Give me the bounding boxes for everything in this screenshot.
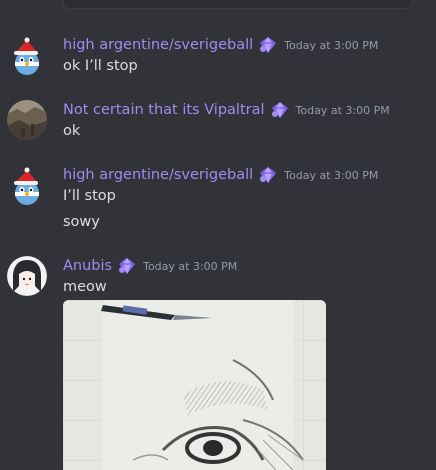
message-text: ok: [63, 123, 81, 139]
christmas-countryball-icon[interactable]: [7, 37, 47, 77]
timestamp[interactable]: Today at 3:00 PM: [284, 169, 378, 182]
message-text: sowy: [63, 214, 100, 230]
message-header: high argentine/sverigeball Today at 3:00…: [63, 35, 378, 55]
image-attachment[interactable]: [63, 300, 326, 470]
message-text: ok I’ll stop: [63, 58, 138, 74]
message-header: Anubis Today at 3:00 PM: [63, 256, 237, 276]
username[interactable]: high argentine/sverigeball: [63, 37, 253, 53]
previous-embed-card[interactable]: [63, 0, 413, 9]
nitro-gem-icon[interactable]: [257, 165, 279, 185]
username[interactable]: Not certain that its Vipaltral: [63, 102, 265, 118]
nitro-gem-icon[interactable]: [257, 35, 279, 55]
nitro-gem-icon[interactable]: [116, 256, 138, 276]
timestamp[interactable]: Today at 3:00 PM: [284, 39, 378, 52]
message-text: meow: [63, 279, 107, 295]
username[interactable]: high argentine/sverigeball: [63, 167, 253, 183]
nitro-gem-icon[interactable]: [269, 100, 291, 120]
message-header: Not certain that its Vipaltral Today at …: [63, 100, 390, 120]
message-text: I’ll stop: [63, 188, 116, 204]
christmas-countryball-icon[interactable]: [7, 167, 47, 207]
timestamp[interactable]: Today at 3:00 PM: [296, 104, 390, 117]
chat-message-list: high argentine/sverigeball Today at 3:00…: [0, 0, 436, 470]
timestamp[interactable]: Today at 3:00 PM: [143, 260, 237, 273]
landscape-photo-icon[interactable]: [7, 100, 47, 140]
username[interactable]: Anubis: [63, 258, 112, 274]
message-header: high argentine/sverigeball Today at 3:00…: [63, 165, 378, 185]
anime-character-icon[interactable]: [7, 256, 47, 296]
